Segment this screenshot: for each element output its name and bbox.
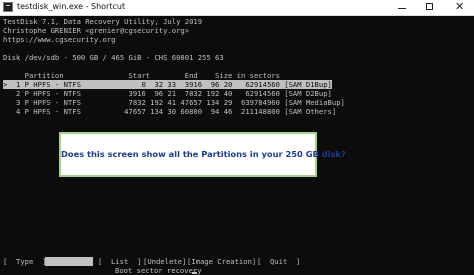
menu-boot[interactable]: >[ Boot ] (45, 257, 93, 266)
title-bar[interactable]: testdisk_win.exe - Shortcut ✕ (0, 0, 474, 16)
menu-undelete[interactable]: [Undelete] (143, 257, 186, 266)
close-button[interactable]: ✕ (444, 0, 474, 15)
status-line: Boot sector recovery (115, 266, 202, 275)
menu-type[interactable]: [ Type ] (3, 257, 46, 266)
annotation-callout: Does this screen show all the Partitions… (59, 132, 346, 177)
partition-row[interactable]: 3 P HPFS - NTFS 7832 192 41 47657 134 29… (3, 98, 345, 107)
website-line: https://www.cgsecurity.org (3, 35, 116, 44)
minimize-button[interactable] (388, 0, 416, 15)
app-version-line: TestDisk 7.1, Data Recovery Utility, Jul… (3, 17, 203, 26)
disk-info-line: Disk /dev/sdb - 500 GB / 465 GiB - CHS 6… (3, 53, 224, 62)
menu-quit[interactable]: [ Quit ] (257, 257, 300, 266)
window-title: testdisk_win.exe - Shortcut (17, 2, 126, 11)
partition-row[interactable]: 4 P HPFS - NTFS 47657 134 30 60800 94 46… (3, 107, 336, 116)
close-icon: ✕ (455, 0, 465, 13)
annotation-text: Does this screen show all the Partitions… (61, 149, 346, 159)
menu-image-creation[interactable]: [Image Creation] (187, 257, 256, 266)
author-line: Christophe GRENIER <grenier@cgsecurity.o… (3, 26, 190, 35)
maximize-button[interactable] (416, 0, 444, 15)
partition-row[interactable]: 2 P HPFS - NTFS 3916 96 21 7832 192 40 6… (3, 89, 332, 98)
partition-table-header: Partition Start End Size in sectors (3, 71, 280, 80)
minimize-icon (398, 8, 406, 9)
maximize-icon (426, 3, 433, 10)
text-cursor (192, 272, 197, 274)
menu-list[interactable]: [ List ] (98, 257, 141, 266)
console-icon (3, 2, 13, 12)
terminal-window: testdisk_win.exe - Shortcut ✕ TestDisk 7… (0, 0, 474, 275)
partition-row[interactable]: > 1 P HPFS - NTFS 0 32 33 3916 96 20 629… (3, 80, 332, 89)
